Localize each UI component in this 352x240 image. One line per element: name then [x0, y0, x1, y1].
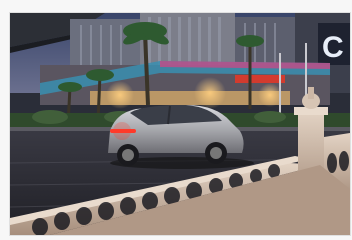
- street-photo: C: [9, 12, 351, 236]
- sign-letter: C: [322, 31, 344, 64]
- neon-sign: C: [318, 23, 350, 65]
- storefront: [40, 61, 330, 109]
- photo-frame: C: [0, 0, 352, 240]
- street-scene: C: [10, 13, 350, 235]
